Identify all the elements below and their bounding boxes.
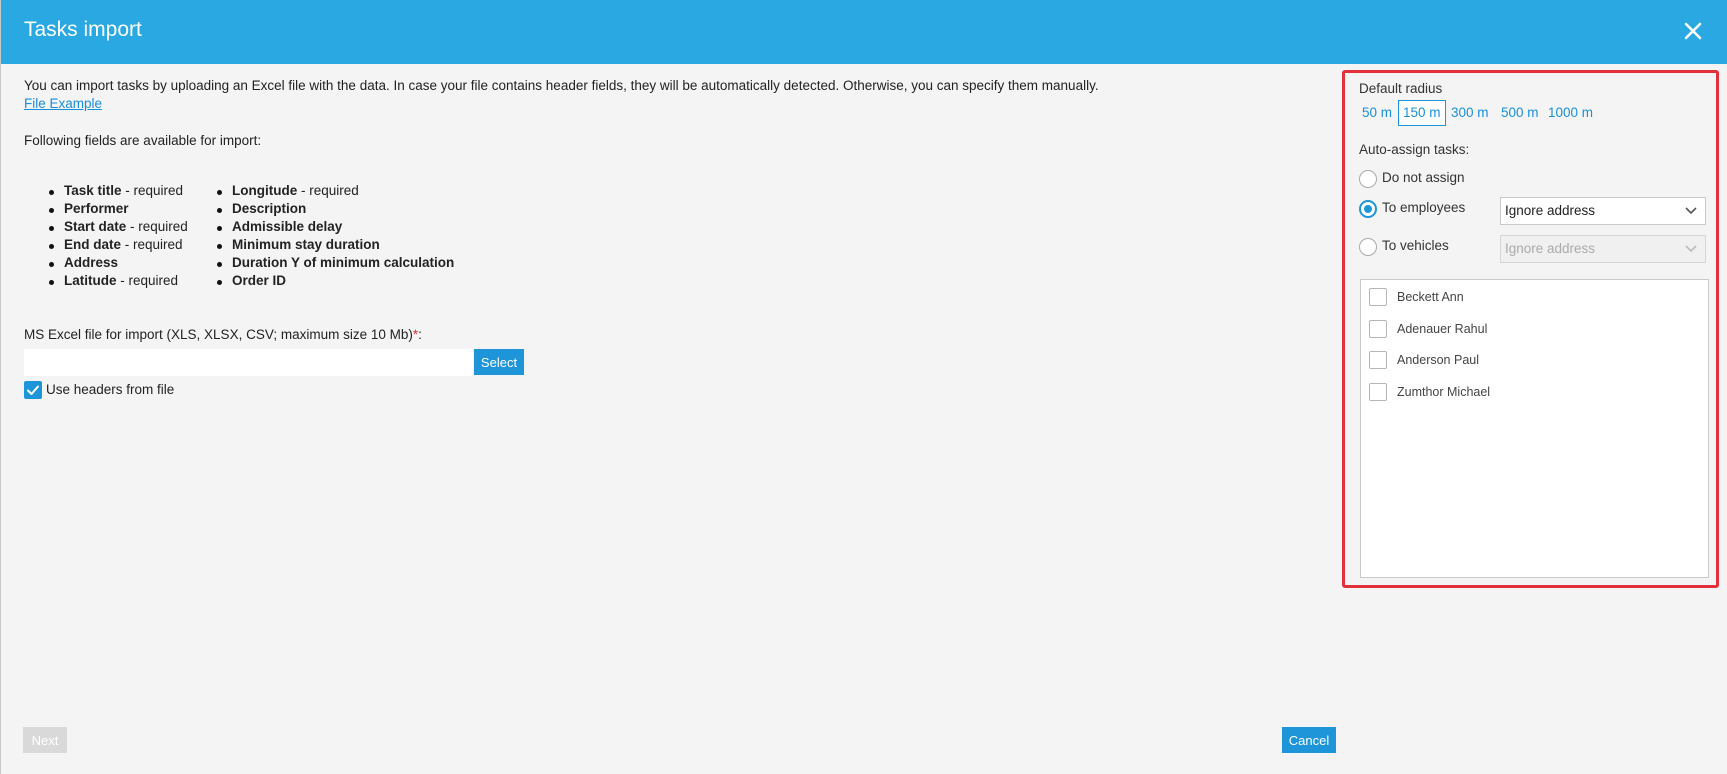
radius-option-300[interactable]: 300 m bbox=[1446, 100, 1494, 126]
employee-checkbox[interactable] bbox=[1369, 351, 1387, 369]
dialog-header: Tasks import bbox=[1, 0, 1727, 64]
field-item: Address bbox=[24, 255, 188, 273]
field-item: Duration Y of minimum calculation bbox=[192, 255, 454, 273]
radius-option-500[interactable]: 500 m bbox=[1496, 100, 1544, 126]
tasks-import-dialog: Tasks import You can import tasks by upl… bbox=[0, 0, 1727, 774]
assignment-settings-panel: Default radius 50 m 150 m 300 m 500 m 10… bbox=[1342, 70, 1719, 588]
cancel-button[interactable]: Cancel bbox=[1282, 727, 1336, 753]
vehicles-address-dropdown: Ignore address bbox=[1500, 235, 1706, 263]
field-item: Order ID bbox=[192, 273, 454, 291]
file-upload-label: MS Excel file for import (XLS, XLSX, CSV… bbox=[24, 327, 422, 342]
select-file-button[interactable]: Select bbox=[474, 349, 524, 375]
field-item: End date - required bbox=[24, 237, 188, 255]
field-item: Admissible delay bbox=[192, 219, 454, 237]
file-example-link[interactable]: File Example bbox=[24, 96, 102, 111]
field-item: Latitude - required bbox=[24, 273, 188, 291]
employee-checkbox[interactable] bbox=[1369, 383, 1387, 401]
chevron-down-icon bbox=[1685, 245, 1697, 253]
field-item: Start date - required bbox=[24, 219, 188, 237]
radio-button-selected[interactable] bbox=[1359, 200, 1377, 218]
radius-option-150[interactable]: 150 m bbox=[1398, 100, 1446, 126]
file-path-input[interactable] bbox=[24, 349, 473, 376]
close-icon[interactable] bbox=[1680, 18, 1706, 44]
next-button[interactable]: Next bbox=[23, 727, 67, 753]
field-item: Performer bbox=[24, 201, 188, 219]
field-item: Longitude - required bbox=[192, 183, 454, 201]
employee-checkbox[interactable] bbox=[1369, 288, 1387, 306]
field-item: Task title - required bbox=[24, 183, 188, 201]
chevron-down-icon bbox=[1685, 207, 1697, 215]
radio-button[interactable] bbox=[1359, 170, 1377, 188]
radius-option-50[interactable]: 50 m bbox=[1357, 100, 1397, 126]
field-item: Minimum stay duration bbox=[192, 237, 454, 255]
checkbox-checked[interactable] bbox=[24, 381, 42, 399]
fields-list-right: Longitude - required Description Admissi… bbox=[192, 183, 454, 291]
fields-heading: Following fields are available for impor… bbox=[24, 133, 262, 148]
dialog-title: Tasks import bbox=[24, 18, 142, 41]
radius-option-1000[interactable]: 1000 m bbox=[1543, 100, 1598, 126]
employee-checkbox[interactable] bbox=[1369, 320, 1387, 338]
radio-button[interactable] bbox=[1359, 238, 1377, 256]
fields-list-left: Task title - required Performer Start da… bbox=[24, 183, 188, 291]
employees-address-dropdown[interactable]: Ignore address bbox=[1500, 197, 1706, 225]
use-headers-label: Use headers from file bbox=[46, 382, 175, 397]
auto-assign-label: Auto-assign tasks: bbox=[1359, 142, 1470, 157]
field-item: Description bbox=[192, 201, 454, 219]
intro-text: You can import tasks by uploading an Exc… bbox=[24, 78, 1099, 93]
employee-list[interactable]: Beckett Ann Adenauer Rahul Anderson Paul… bbox=[1360, 279, 1709, 578]
default-radius-label: Default radius bbox=[1359, 81, 1443, 96]
